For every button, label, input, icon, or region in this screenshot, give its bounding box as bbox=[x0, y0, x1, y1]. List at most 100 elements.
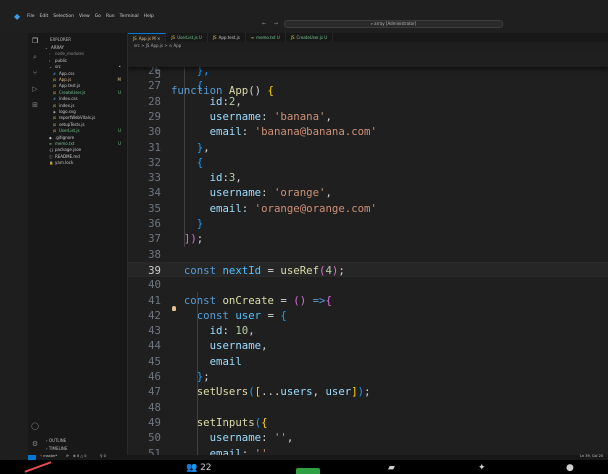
menu-item-go[interactable]: Go bbox=[95, 14, 101, 19]
nav-arrows[interactable]: ← → bbox=[262, 21, 281, 27]
more-apps-icon[interactable]: ● bbox=[566, 463, 574, 473]
code-line: 44 username, bbox=[128, 338, 608, 353]
problems-status[interactable]: ⊗ 0 △ 0 bbox=[73, 454, 86, 458]
tree-item[interactable]: › public bbox=[49, 58, 128, 64]
code-line: 43 id: 10, bbox=[128, 323, 608, 338]
line-number: 51 bbox=[148, 446, 161, 456]
code-editor[interactable]: 5 function App() { 26 }, 27 {28 id:2, 29 u… bbox=[128, 52, 608, 455]
timeline-section[interactable]: › TIMELINE bbox=[46, 446, 67, 451]
tab-app-test-js[interactable]: JS App.test.js bbox=[208, 33, 246, 42]
tree-item[interactable]: 🔒 yarn.lock bbox=[49, 160, 128, 166]
code-text: setUsers([...users, user]); bbox=[171, 384, 371, 399]
tree-item[interactable]: › node_modules bbox=[49, 51, 128, 57]
tab-memo-txt[interactable]: ≡ memo.txt U bbox=[246, 33, 286, 42]
code-line: 51 email: '' bbox=[128, 446, 608, 456]
lightbulb-icon[interactable] bbox=[172, 306, 176, 311]
tree-item[interactable]: {} package.json bbox=[49, 147, 128, 153]
code-token: } bbox=[196, 217, 204, 230]
mic-muted-icon[interactable] bbox=[24, 461, 52, 473]
line-number: 48 bbox=[148, 400, 161, 414]
code-text: username: 'orange', bbox=[171, 185, 332, 200]
tree-item[interactable]: ◆ .gitignore bbox=[49, 135, 128, 141]
source-control-icon[interactable]: ⑂ bbox=[30, 68, 40, 78]
bottom-dock: 👥 22 ▰ ✦ ● bbox=[0, 460, 608, 474]
tree-item[interactable]: JS reportWebVitals.js bbox=[53, 115, 128, 121]
code-line: 40 bbox=[128, 277, 608, 292]
menu-item-help[interactable]: Help bbox=[144, 14, 154, 19]
code-token: () bbox=[293, 293, 307, 307]
run-debug-icon[interactable]: ▷ bbox=[30, 84, 40, 94]
tree-item[interactable]: JS CreateUser.js bbox=[53, 90, 128, 96]
tree-item[interactable]: # App.css bbox=[53, 71, 128, 77]
sync-status[interactable]: ⟳ bbox=[66, 454, 69, 458]
explorer-title: EXPLORER bbox=[50, 37, 71, 42]
participants-icon[interactable]: 👥 22 bbox=[186, 463, 212, 473]
outline-section[interactable]: › OUTLINE bbox=[46, 438, 66, 443]
menu-item-run[interactable]: Run bbox=[106, 14, 115, 19]
js-file-icon: JS bbox=[212, 35, 217, 40]
tree-item[interactable]: JS App.test.js bbox=[53, 83, 128, 89]
line-number: 47 bbox=[148, 385, 161, 399]
menu-item-file[interactable]: File bbox=[27, 14, 35, 19]
chevron-right-icon: › bbox=[49, 58, 51, 63]
tree-item[interactable]: # index.css bbox=[53, 96, 128, 102]
breadcrumb[interactable]: src > JS App.js > ⊙ App bbox=[134, 43, 181, 48]
js-file-icon: JS bbox=[133, 36, 137, 41]
tree-item[interactable]: ≡ memo.txt bbox=[49, 141, 128, 147]
menu-item-terminal[interactable]: Terminal bbox=[120, 14, 139, 19]
code-token: email bbox=[209, 446, 242, 456]
extensions-icon[interactable]: ⊞ bbox=[30, 100, 40, 110]
tree-item[interactable]: ◈ logo.svg bbox=[53, 109, 128, 115]
menu-item-view[interactable]: View bbox=[79, 14, 90, 19]
code-token: email bbox=[209, 201, 242, 215]
sticky-scroll-header[interactable]: 5 function App() { bbox=[128, 52, 608, 97]
tree-item-label: .gitignore bbox=[55, 134, 75, 140]
branch-status[interactable]: ⑂ master* bbox=[40, 454, 57, 458]
code-text: const user = { bbox=[171, 308, 287, 323]
tab-app-js[interactable]: JS App.js M × bbox=[128, 33, 167, 42]
tree-item[interactable]: JS setupTests.js bbox=[53, 122, 128, 128]
tree-item-label: index.css bbox=[59, 96, 78, 102]
cursor-position[interactable]: Ln 39, Col 20 bbox=[580, 454, 603, 458]
git-status-badge: U bbox=[118, 141, 121, 146]
command-center-search[interactable]: ⌕ array [Administrator] bbox=[284, 20, 503, 28]
code-token: , bbox=[248, 324, 255, 338]
tree-item[interactable]: ⌄ ARRAY bbox=[45, 45, 128, 51]
chat-icon[interactable]: ▰ bbox=[388, 463, 395, 473]
tab-userlist-js[interactable]: JS UserList.js U bbox=[166, 33, 208, 42]
share-button[interactable] bbox=[296, 468, 320, 474]
code-token: App bbox=[228, 83, 249, 97]
js-file-icon: JS bbox=[290, 35, 295, 40]
code-token: , bbox=[325, 109, 332, 123]
tab-createuser-js[interactable]: JS CreateUser.js U bbox=[286, 33, 334, 42]
line-number: 40 bbox=[148, 278, 161, 292]
code-token: : bbox=[222, 324, 236, 338]
line-number: 50 bbox=[148, 431, 161, 445]
code-token: username bbox=[209, 186, 262, 200]
code-text: const nextId = useRef(4); bbox=[171, 263, 345, 278]
file-type-icon: # bbox=[53, 71, 56, 76]
explorer-icon[interactable]: ❐ bbox=[30, 36, 40, 46]
ports-status[interactable]: ⚲ 0 bbox=[100, 454, 106, 458]
settings-gear-icon[interactable]: ⚙ bbox=[30, 439, 40, 449]
tree-item-label: App.test.js bbox=[59, 83, 81, 89]
code-token: user bbox=[325, 385, 352, 399]
menu-item-selection[interactable]: Selection bbox=[53, 14, 74, 19]
tree-item[interactable]: JS index.js bbox=[53, 103, 128, 109]
menu-item-edit[interactable]: Edit bbox=[40, 14, 49, 19]
tree-item[interactable]: ⌄ src bbox=[49, 64, 128, 70]
tab-label: App.test.js bbox=[218, 35, 240, 40]
code-line: 45 email bbox=[128, 354, 608, 369]
close-icon[interactable]: × bbox=[156, 36, 160, 41]
tree-item[interactable]: JS UserList.js bbox=[53, 128, 128, 134]
reactions-icon[interactable]: ✦ bbox=[478, 463, 486, 473]
account-icon[interactable]: ◯ bbox=[30, 421, 40, 431]
code-line: 35 email: 'orange@orange.com' bbox=[128, 201, 608, 216]
code-text: email bbox=[171, 354, 242, 369]
search-icon[interactable]: ⌕ bbox=[30, 52, 40, 62]
tree-item[interactable]: ⓘ README.md bbox=[49, 154, 128, 160]
line-number: 41 bbox=[148, 293, 161, 307]
line-number: 30 bbox=[148, 125, 161, 139]
code-text: email: 'banana@banana.com' bbox=[171, 124, 377, 139]
